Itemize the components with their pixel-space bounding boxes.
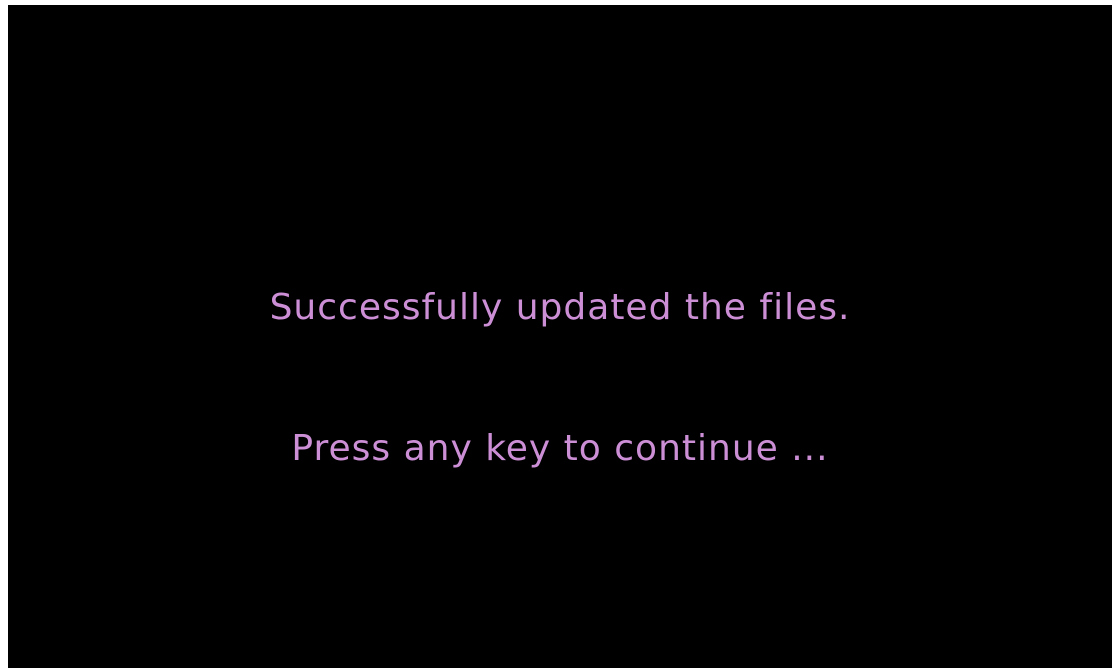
continue-prompt: Press any key to continue ... [291, 428, 829, 469]
status-message: Successfully updated the files. [269, 287, 851, 328]
console-screen[interactable]: Successfully updated the files. Press an… [8, 5, 1112, 668]
window-frame: Successfully updated the files. Press an… [0, 0, 1112, 668]
